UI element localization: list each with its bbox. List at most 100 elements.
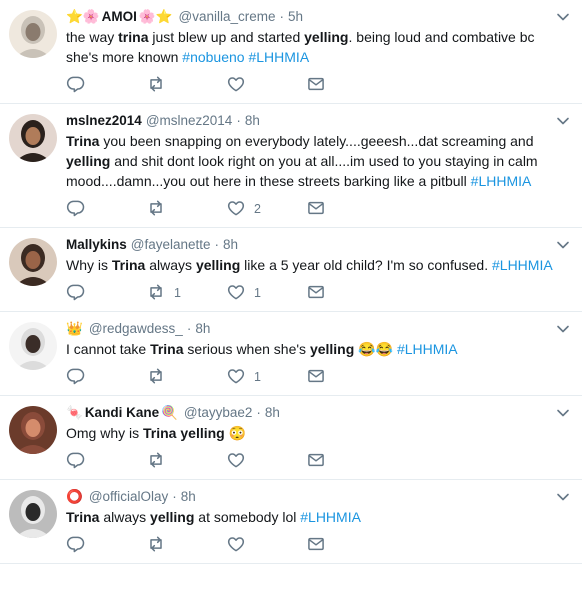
user-handle[interactable]: @redgawdess_ xyxy=(89,320,183,338)
like-button[interactable]: 1 xyxy=(226,282,306,305)
retweet-icon xyxy=(146,282,166,305)
reply-icon xyxy=(66,198,86,221)
heart-icon xyxy=(226,198,246,221)
retweet-button[interactable]: 1 xyxy=(146,282,226,305)
heart-icon xyxy=(226,74,246,97)
chevron-down-icon[interactable] xyxy=(556,114,570,128)
tweet-timestamp[interactable]: 5h xyxy=(288,8,303,26)
highlighted-keyword: Trina xyxy=(111,257,146,273)
hashtag-link[interactable]: #LHHMIA xyxy=(248,49,309,65)
tweet-actions xyxy=(66,67,568,103)
separator-dot: · xyxy=(214,237,220,252)
user-handle[interactable]: @fayelanette xyxy=(131,236,211,254)
user-handle[interactable]: @mslnez2014 xyxy=(146,112,233,130)
tweet-timestamp[interactable]: 8h xyxy=(195,320,210,338)
reply-icon xyxy=(66,282,86,305)
avatar[interactable] xyxy=(9,490,57,538)
tweet-actions xyxy=(66,527,568,563)
retweet-button[interactable] xyxy=(146,198,226,221)
chevron-down-icon[interactable] xyxy=(556,406,570,420)
retweet-button[interactable] xyxy=(146,534,226,557)
like-button[interactable]: 2 xyxy=(226,198,306,221)
heart-icon xyxy=(226,282,246,305)
avatar[interactable] xyxy=(9,10,57,58)
reply-button[interactable] xyxy=(66,366,146,389)
text-segment: always xyxy=(145,257,196,273)
retweet-icon xyxy=(146,74,166,97)
reply-button[interactable] xyxy=(66,534,146,557)
tweet-timestamp[interactable]: 8h xyxy=(181,488,196,506)
separator-dot: · xyxy=(172,489,177,504)
hashtag-link[interactable]: #LHHMIA xyxy=(492,257,553,273)
hashtag-link[interactable]: #LHHMIA xyxy=(300,509,361,525)
heart-icon xyxy=(226,534,246,557)
text-segment: at somebody lol xyxy=(194,509,301,525)
direct-message-button[interactable] xyxy=(306,534,386,557)
tweet-text: Trina you been snapping on everybody lat… xyxy=(66,131,568,191)
highlighted-keyword: Trina xyxy=(66,509,100,525)
text-segment: just blew up and started xyxy=(148,29,305,45)
envelope-icon xyxy=(306,450,326,473)
tweet-header: 👑 @redgawdess_ · 8h xyxy=(66,320,568,338)
tweet-timestamp[interactable]: 8h xyxy=(265,404,280,422)
reply-icon xyxy=(66,366,86,389)
user-handle[interactable]: @tayybae2 xyxy=(184,404,253,422)
like-count: 1 xyxy=(254,286,261,300)
envelope-icon xyxy=(306,366,326,389)
retweet-button[interactable] xyxy=(146,74,226,97)
chevron-down-icon[interactable] xyxy=(556,10,570,24)
reply-button[interactable] xyxy=(66,198,146,221)
retweet-button[interactable] xyxy=(146,366,226,389)
like-count: 1 xyxy=(254,370,261,384)
direct-message-button[interactable] xyxy=(306,282,386,305)
tweet[interactable]: 👑 @redgawdess_ · 8h I cannot take Trina seri… xyxy=(0,312,582,396)
avatar[interactable] xyxy=(9,406,57,454)
display-name[interactable]: mslnez2014 xyxy=(66,112,142,130)
direct-message-button[interactable] xyxy=(306,198,386,221)
avatar[interactable] xyxy=(9,114,57,162)
heart-icon xyxy=(226,366,246,389)
like-button[interactable] xyxy=(226,450,306,473)
user-handle[interactable]: @officialOlay xyxy=(89,488,168,506)
tweet-timestamp[interactable]: 8h xyxy=(223,236,238,254)
reply-button[interactable] xyxy=(66,450,146,473)
display-name[interactable]: Mallykins xyxy=(66,236,127,254)
highlighted-keyword: yelling xyxy=(304,29,349,45)
tweet[interactable]: Mallykins @fayelanette · 8h Why is Trina alw… xyxy=(0,228,582,312)
tweet[interactable]: ⭕ @officialOlay · 8h Trina always yelling at… xyxy=(0,480,582,564)
text-segment: 😳 xyxy=(224,425,247,441)
hashtag-link[interactable]: #LHHMIA xyxy=(397,341,458,357)
like-button[interactable]: 1 xyxy=(226,366,306,389)
display-name[interactable]: AMOI xyxy=(102,8,137,26)
display-name[interactable]: Kandi Kane xyxy=(85,404,159,422)
tweet-text: the way trina just blew up and started y… xyxy=(66,27,568,67)
like-button[interactable] xyxy=(226,534,306,557)
text-segment: always xyxy=(99,509,151,525)
avatar[interactable] xyxy=(9,322,57,370)
separator-dot: · xyxy=(256,405,261,420)
chevron-down-icon[interactable] xyxy=(556,490,570,504)
tweet[interactable]: 🍬 Kandi Kane 🍭 @tayybae2 · 8h Omg why is Trina… xyxy=(0,396,582,480)
tweet-header: Mallykins @fayelanette · 8h xyxy=(66,236,568,254)
separator-dot: · xyxy=(236,113,241,128)
chevron-down-icon[interactable] xyxy=(556,322,570,336)
envelope-icon xyxy=(306,282,326,305)
tweet[interactable]: mslnez2014 @mslnez2014 · 8h Trina you been s… xyxy=(0,104,582,228)
tweet-timestamp[interactable]: 8h xyxy=(245,112,260,130)
direct-message-button[interactable] xyxy=(306,366,386,389)
user-handle[interactable]: @vanilla_creme xyxy=(179,8,276,26)
tweet[interactable]: ⭐🌸 AMOI 🌸⭐ @vanilla_creme · 5h the way trina j… xyxy=(0,0,582,104)
avatar[interactable] xyxy=(9,238,57,286)
reply-button[interactable] xyxy=(66,282,146,305)
hashtag-link[interactable]: #LHHMIA xyxy=(471,173,532,189)
chevron-down-icon[interactable] xyxy=(556,238,570,252)
retweet-button[interactable] xyxy=(146,450,226,473)
like-button[interactable] xyxy=(226,74,306,97)
envelope-icon xyxy=(306,198,326,221)
direct-message-button[interactable] xyxy=(306,74,386,97)
reply-button[interactable] xyxy=(66,74,146,97)
direct-message-button[interactable] xyxy=(306,450,386,473)
hashtag-link[interactable]: #nobueno xyxy=(182,49,244,65)
retweet-icon xyxy=(146,366,166,389)
tweet-header: ⭕ @officialOlay · 8h xyxy=(66,488,568,506)
